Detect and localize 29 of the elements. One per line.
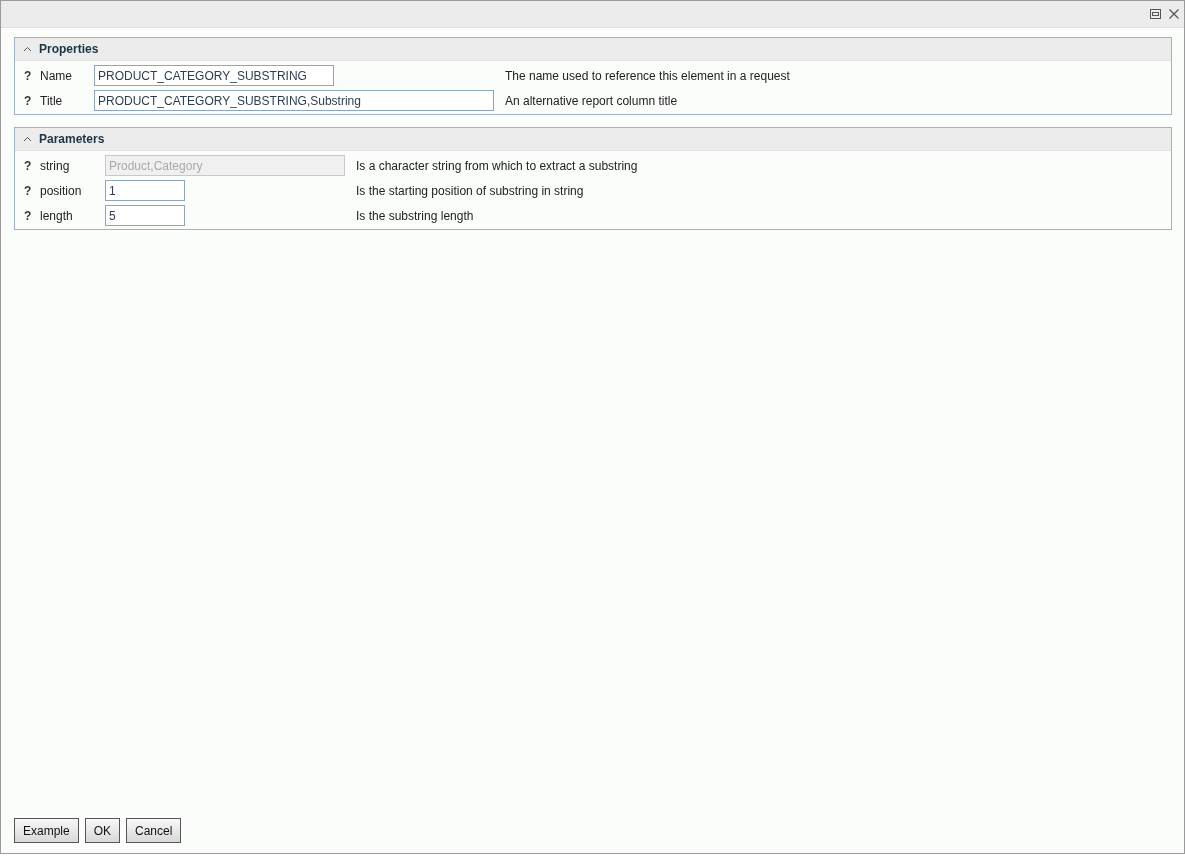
section-title: Properties <box>39 42 99 56</box>
close-icon[interactable] <box>1169 9 1179 19</box>
help-icon[interactable]: ? <box>15 183 40 198</box>
field-description: Is the starting position of substring in string <box>356 183 584 198</box>
section-title: Parameters <box>39 132 105 146</box>
input-field[interactable]: PRODUCT_CATEGORY_SUBSTRING <box>94 65 334 86</box>
caret-icon[interactable] <box>23 46 32 52</box>
field-description: Is a character string from which to extract a substring <box>356 158 638 173</box>
field-label: position <box>40 183 83 198</box>
restore-icon[interactable] <box>1150 9 1161 19</box>
dialog-button[interactable]: OK <box>84 818 121 843</box>
section-header[interactable]: Properties <box>15 38 1171 61</box>
caret-icon[interactable] <box>23 136 32 142</box>
input-field[interactable]: 5 <box>105 205 185 226</box>
field-description: Is the substring length <box>356 208 474 223</box>
input-field[interactable]: PRODUCT_CATEGORY_SUBSTRING,Substring <box>94 90 494 111</box>
dialog-button[interactable]: Example <box>14 818 79 843</box>
help-icon[interactable]: ? <box>15 68 40 83</box>
field-label: length <box>40 208 74 223</box>
field-description: An alternative report column title <box>505 93 678 108</box>
section-header[interactable]: Parameters <box>15 128 1171 151</box>
help-icon[interactable]: ? <box>15 208 40 223</box>
field-label: string <box>40 158 71 173</box>
field-description: The name used to reference this element in a request <box>505 68 790 83</box>
field-label: Name <box>40 68 73 83</box>
field-label: Title <box>40 93 64 108</box>
input-field[interactable]: 1 <box>105 180 185 201</box>
dialog-button[interactable]: Cancel <box>126 818 182 843</box>
help-icon[interactable]: ? <box>15 93 40 108</box>
